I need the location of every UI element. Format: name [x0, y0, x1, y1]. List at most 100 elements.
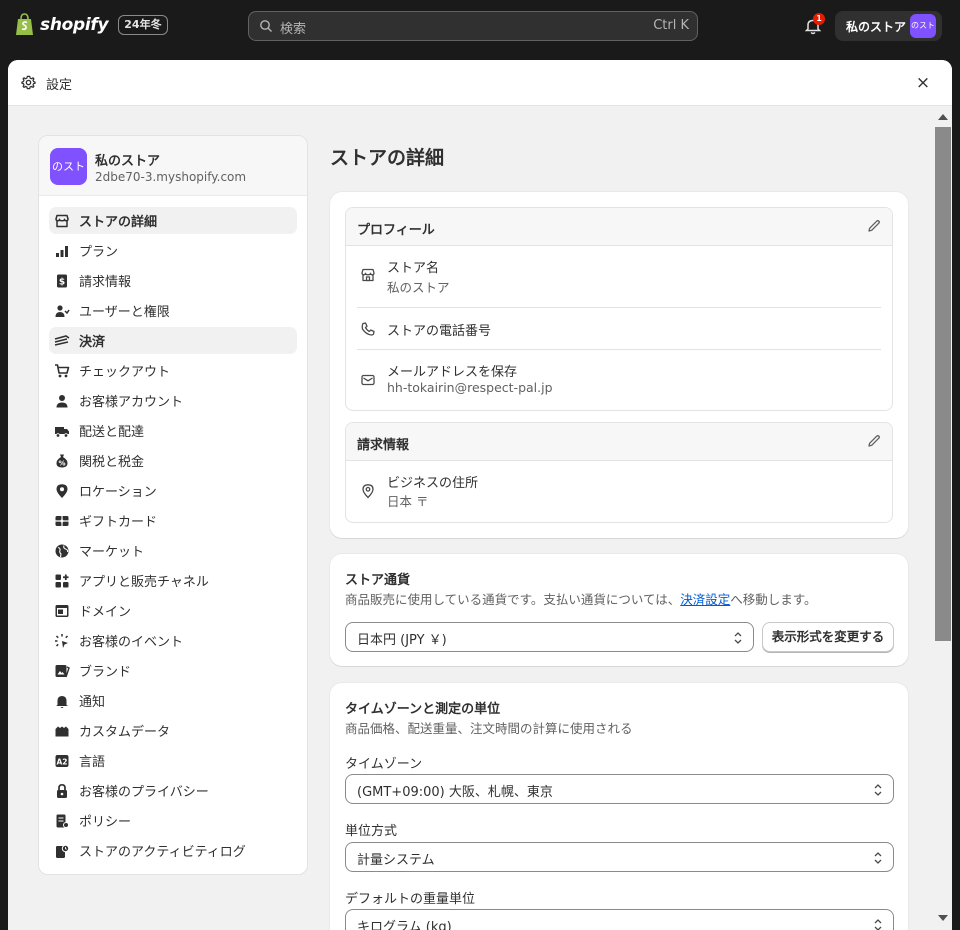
- sidebar-item-label: 請求情報: [79, 275, 132, 290]
- currency-select-value: 日本円 (JPY ￥): [357, 633, 447, 648]
- domain-icon: [54, 603, 70, 619]
- sidebar-item[interactable]: チェックアウト: [49, 357, 297, 384]
- edition-badge[interactable]: 24年冬: [118, 15, 168, 35]
- store-name-value: 私のストア: [387, 280, 450, 295]
- sidebar-item[interactable]: ストアの詳細: [49, 207, 297, 234]
- store-switcher-button[interactable]: 私のストア のスト: [835, 11, 942, 41]
- select-chevron-icon: [734, 632, 742, 644]
- truck-icon: [54, 423, 70, 439]
- sidebar-item-label: チェックアウト: [79, 365, 171, 380]
- search-icon: [260, 20, 272, 32]
- page-title: ストアの詳細: [330, 147, 445, 169]
- store-switcher-label: 私のストア: [846, 20, 907, 34]
- store-phone-row[interactable]: ストアの電話番号: [357, 308, 881, 350]
- users-icon: [54, 303, 70, 319]
- sidebar-item[interactable]: $ 請求情報: [49, 267, 297, 294]
- sidebar-item[interactable]: ブランド: [49, 657, 297, 684]
- store-icon: [54, 213, 70, 229]
- sidebar-item[interactable]: カスタムデータ: [49, 717, 297, 744]
- store-email-label: メールアドレスを保存: [387, 365, 518, 380]
- sidebar-item-label: ストアのアクティビティログ: [79, 845, 246, 860]
- edit-pencil-icon[interactable]: [867, 219, 881, 233]
- person-icon: [54, 393, 70, 409]
- edit-pencil-icon[interactable]: [867, 434, 881, 448]
- sidebar-item-label: 関税と税金: [79, 455, 145, 470]
- shopify-bag-icon: [16, 13, 33, 35]
- currency-desc-text-end: へ移動します。: [730, 592, 817, 607]
- sidebar-item[interactable]: 配送と配達: [49, 417, 297, 444]
- business-address-row[interactable]: ビジネスの住所 日本 〒: [357, 461, 881, 522]
- custom-data-icon: [54, 723, 70, 739]
- business-address-label: ビジネスの住所: [387, 476, 479, 491]
- currency-select[interactable]: 日本円 (JPY ￥): [345, 622, 754, 652]
- sidebar-item[interactable]: ロケーション: [49, 477, 297, 504]
- store-currency-description: 商品販売に使用している通貨です。支払い通貨については、決済設定へ移動します。: [345, 589, 817, 608]
- profile-title: プロフィール: [357, 223, 435, 238]
- search-input[interactable]: 検索 Ctrl K: [248, 11, 698, 41]
- unit-system-select[interactable]: 計量システム: [345, 842, 894, 872]
- settings-modal: 設定 × のスト 私のストア 2dbe70-3.myshopify.com スト…: [8, 60, 952, 930]
- close-icon[interactable]: ×: [912, 72, 934, 94]
- store-email-value: hh-tokairin@respect-pal.jp: [387, 380, 553, 395]
- sidebar-item-label: お客様のプライバシー: [79, 785, 209, 800]
- sidebar-item[interactable]: % 関税と税金: [49, 447, 297, 474]
- sidebar-item-label: ブランド: [79, 665, 132, 680]
- sidebar-item[interactable]: A2 言語: [49, 747, 297, 774]
- timezone-select[interactable]: (GMT+09:00) 大阪、札幌、東京: [345, 774, 894, 804]
- sidebar-item-label: ユーザーと権限: [79, 305, 170, 320]
- scroll-thumb[interactable]: [935, 127, 951, 641]
- scroll-up-arrow-icon[interactable]: [938, 114, 948, 120]
- sidebar-item[interactable]: ユーザーと権限: [49, 297, 297, 324]
- sidebar-item[interactable]: 通知: [49, 687, 297, 714]
- sidebar-store-header[interactable]: のスト 私のストア 2dbe70-3.myshopify.com: [39, 136, 307, 196]
- scrollbar[interactable]: [934, 110, 952, 930]
- shopify-logo[interactable]: shopify 24年冬: [14, 13, 168, 37]
- sidebar-item[interactable]: ドメイン: [49, 597, 297, 624]
- sidebar-item-label: ドメイン: [79, 605, 132, 620]
- svg-text:A2: A2: [56, 757, 67, 766]
- select-chevron-icon: [874, 919, 882, 930]
- sidebar-item-label: 言語: [79, 755, 106, 770]
- payments-icon: [54, 333, 70, 349]
- sidebar-item-label: お客様のイベント: [79, 635, 184, 650]
- sidebar-item[interactable]: アプリと販売チャネル: [49, 567, 297, 594]
- timezone-units-title: タイムゾーンと測定の単位: [345, 702, 501, 717]
- activity-log-icon: [54, 843, 70, 859]
- billing-info-section: 請求情報 ビジネスの住所 日本 〒: [345, 422, 893, 523]
- business-address-value: 日本 〒: [387, 494, 429, 509]
- location-icon: [54, 483, 70, 499]
- scroll-down-arrow-icon[interactable]: [938, 915, 948, 921]
- sidebar-item-label: 配送と配達: [79, 425, 145, 440]
- svg-text:%: %: [58, 459, 65, 467]
- modal-title: 設定: [46, 78, 73, 93]
- sidebar-item-label: ストアの詳細: [79, 215, 158, 230]
- cart-icon: [54, 363, 70, 379]
- sidebar-item-label: アプリと販売チャネル: [79, 575, 209, 590]
- sidebar-item-label: カスタムデータ: [79, 725, 171, 740]
- store-name-row[interactable]: ストア名 私のストア: [357, 246, 881, 308]
- unit-system-select-value: 計量システム: [357, 853, 435, 868]
- sidebar-item[interactable]: お客様アカウント: [49, 387, 297, 414]
- payment-settings-link[interactable]: 決済設定: [680, 592, 730, 607]
- sidebar-item[interactable]: お客様のプライバシー: [49, 777, 297, 804]
- sidebar-item[interactable]: ポリシー: [49, 807, 297, 834]
- search-shortcut: Ctrl K: [653, 18, 689, 33]
- sidebar-item[interactable]: 決済: [49, 327, 297, 354]
- store-currency-title: ストア通貨: [345, 573, 411, 588]
- sidebar-item[interactable]: ストアのアクティビティログ: [49, 837, 297, 864]
- sidebar-item[interactable]: ギフトカード: [49, 507, 297, 534]
- gift-card-icon: [54, 513, 70, 529]
- sidebar-item[interactable]: お客様のイベント: [49, 627, 297, 654]
- email-icon: [361, 374, 375, 386]
- timezone-units-card: タイムゾーンと測定の単位 商品価格、配送重量、注文時間の計算に使用される タイム…: [330, 683, 908, 930]
- sidebar-item[interactable]: プラン: [49, 237, 297, 264]
- sidebar-item[interactable]: マーケット: [49, 537, 297, 564]
- notification-count-badge: 1: [813, 13, 825, 25]
- sidebar-item-label: ポリシー: [79, 815, 132, 830]
- default-weight-select[interactable]: キログラム (kg): [345, 909, 894, 930]
- change-format-button[interactable]: 表示形式を変更する: [762, 622, 894, 652]
- store-currency-card: ストア通貨 商品販売に使用している通貨です。支払い通貨については、決済設定へ移動…: [330, 554, 908, 666]
- sidebar-item-label: ロケーション: [79, 485, 157, 500]
- top-bar: shopify 24年冬 検索 Ctrl K 1 私のストア のスト: [0, 0, 960, 52]
- store-email-row[interactable]: メールアドレスを保存 hh-tokairin@respect-pal.jp: [357, 350, 881, 410]
